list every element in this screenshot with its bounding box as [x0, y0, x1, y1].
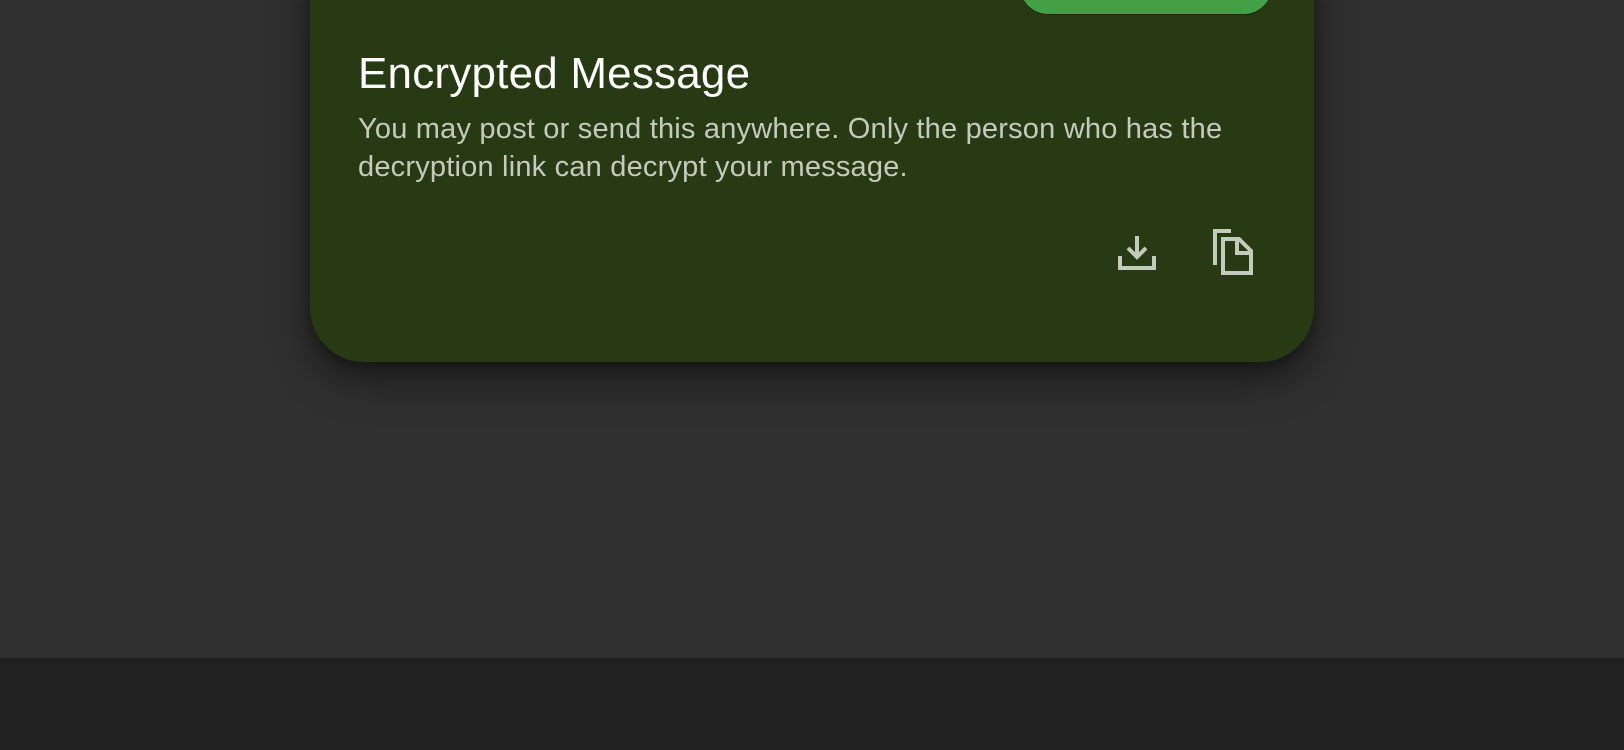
card-title: Encrypted Message	[358, 49, 751, 98]
download-button[interactable]	[1109, 224, 1165, 280]
copy-icon	[1213, 229, 1253, 275]
bottom-bar	[0, 658, 1624, 750]
download-icon	[1118, 236, 1156, 270]
card-description: You may post or send this anywhere. Only…	[358, 113, 1223, 183]
copy-button[interactable]	[1205, 224, 1261, 280]
top-action-button[interactable]	[1020, 0, 1272, 14]
encrypted-message-card: Encrypted Message You may post or send t…	[310, 0, 1314, 362]
page: Encrypted Message You may post or send t…	[0, 0, 1624, 750]
